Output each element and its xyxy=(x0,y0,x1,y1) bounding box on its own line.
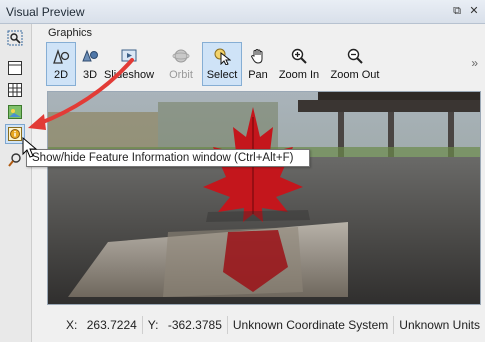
3d-button[interactable]: 3D xyxy=(76,42,104,86)
3d-shapes-icon xyxy=(80,47,100,65)
select-button-label: Select xyxy=(206,69,238,81)
hand-icon xyxy=(248,47,268,65)
y-value: -362.3785 xyxy=(167,318,222,332)
graphics-ribbon: 2D 3D Slideshow Orbit Select Pan Zoom In… xyxy=(40,38,482,88)
map-layers-icon[interactable] xyxy=(5,102,25,122)
zoom-extents-icon[interactable] xyxy=(5,28,25,48)
y-coordinate: Y: -362.3785 xyxy=(141,316,227,334)
orbit-button-label: Orbit xyxy=(169,69,193,81)
left-toolbar xyxy=(0,24,32,342)
2d-button-label: 2D xyxy=(53,69,69,81)
2d-shapes-icon xyxy=(51,47,71,65)
close-icon[interactable]: ✕ xyxy=(467,4,481,18)
window-title: Visual Preview xyxy=(6,5,85,19)
zoom-in-icon xyxy=(289,47,309,65)
slideshow-icon xyxy=(119,47,139,65)
zoom-in-button[interactable]: Zoom In xyxy=(276,42,322,86)
units: Unknown Units xyxy=(393,316,485,334)
zoom-in-button-label: Zoom In xyxy=(278,69,320,81)
window-title-bar: Visual Preview ⧉ ✕ xyxy=(0,0,485,24)
tooltip: Show/hide Feature Information window (Ct… xyxy=(26,149,310,167)
y-label: Y: xyxy=(147,318,159,332)
status-bar: X: 263.7224 Y: -362.3785 Unknown Coordin… xyxy=(32,312,485,338)
2d-button[interactable]: 2D xyxy=(46,42,76,86)
grid-table-icon[interactable] xyxy=(5,80,25,100)
restore-icon[interactable]: ⧉ xyxy=(450,4,464,18)
x-value: 263.7224 xyxy=(86,318,137,332)
preview-viewport[interactable] xyxy=(47,91,481,305)
window-layout-icon[interactable] xyxy=(5,58,25,78)
slideshow-button-label: Slideshow xyxy=(103,69,155,81)
ribbon-overflow-chevron[interactable]: » xyxy=(471,56,478,70)
slideshow-button[interactable]: Slideshow xyxy=(104,42,154,86)
3d-button-label: 3D xyxy=(82,69,98,81)
coordinate-system: Unknown Coordinate System xyxy=(226,316,393,334)
zoom-out-button-label: Zoom Out xyxy=(330,69,380,81)
x-label: X: xyxy=(66,318,78,332)
x-coordinate: X: 263.7224 xyxy=(61,316,142,334)
pan-button-label: Pan xyxy=(248,69,268,81)
select-button[interactable]: Select xyxy=(202,42,242,86)
select-cursor-icon xyxy=(212,47,232,65)
mouse-cursor-icon xyxy=(22,137,38,158)
orbit-icon xyxy=(171,47,191,65)
orbit-button[interactable]: Orbit xyxy=(164,42,198,86)
zoom-out-icon xyxy=(345,47,365,65)
pan-button[interactable]: Pan xyxy=(244,42,272,86)
zoom-out-button[interactable]: Zoom Out xyxy=(328,42,382,86)
preview-image xyxy=(48,92,480,304)
